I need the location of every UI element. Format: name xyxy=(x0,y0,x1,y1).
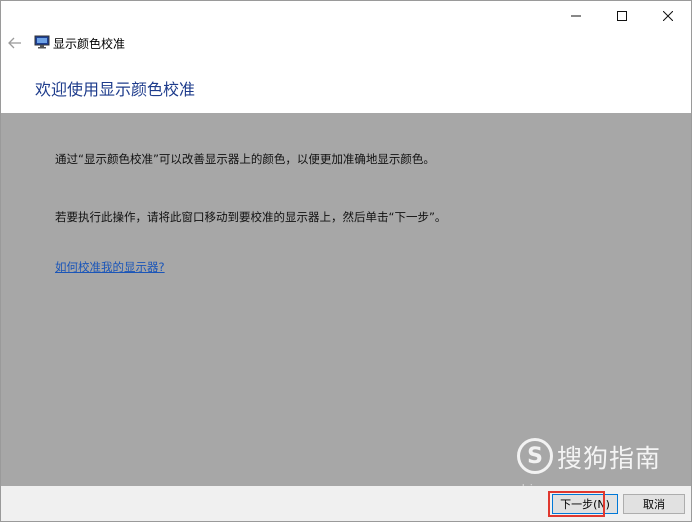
button-bar: 下一步(N) 取消 xyxy=(1,486,691,521)
sogou-logo-icon: S xyxy=(517,438,553,474)
window-controls xyxy=(553,1,691,31)
intro-paragraph: 通过“显示颜色校准”可以改善显示器上的颜色，以便更加准确地显示颜色。 xyxy=(55,152,435,166)
content-area: 通过“显示颜色校准”可以改善显示器上的颜色，以便更加准确地显示颜色。 若要执行此… xyxy=(1,113,691,486)
close-button[interactable] xyxy=(645,1,691,31)
instruction-paragraph: 若要执行此操作，请将此窗口移动到要校准的显示器上，然后单击“下一步”。 xyxy=(55,210,447,224)
watermark: S 搜狗指南 xyxy=(517,438,677,488)
help-link[interactable]: 如何校准我的显示器? xyxy=(55,259,165,275)
title-bar xyxy=(1,1,691,31)
minimize-icon xyxy=(571,15,581,17)
next-button[interactable]: 下一步(N) xyxy=(552,494,618,514)
navigation-row: 显示颜色校准 xyxy=(1,31,691,55)
maximize-icon xyxy=(617,11,627,21)
minimize-button[interactable] xyxy=(553,1,599,31)
close-icon xyxy=(663,11,673,21)
maximize-button[interactable] xyxy=(599,1,645,31)
cancel-button[interactable]: 取消 xyxy=(623,494,685,514)
calibration-window: 显示颜色校准 欢迎使用显示颜色校准 通过“显示颜色校准”可以改善显示器上的颜色，… xyxy=(0,0,692,522)
window-title: 显示颜色校准 xyxy=(53,37,126,51)
monitor-icon xyxy=(34,35,50,49)
back-arrow-icon[interactable] xyxy=(7,35,23,51)
watermark-brand: 搜狗指南 xyxy=(557,444,662,473)
page-heading: 欢迎使用显示颜色校准 xyxy=(35,80,196,99)
